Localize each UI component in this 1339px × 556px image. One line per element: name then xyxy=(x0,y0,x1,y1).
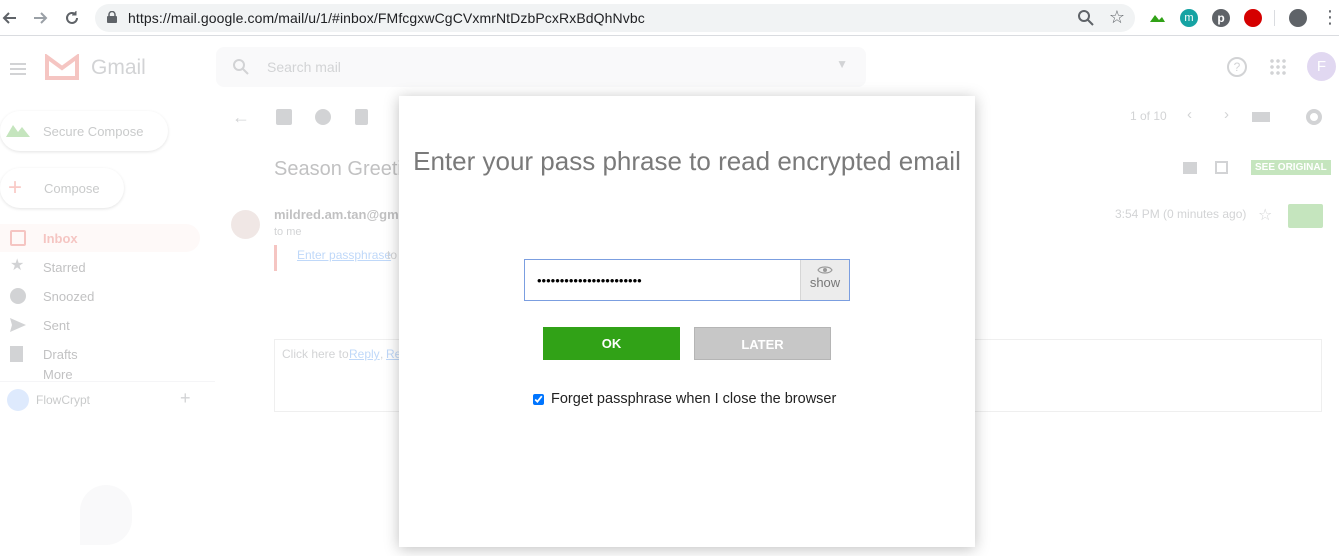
reload-icon[interactable] xyxy=(62,8,82,28)
print-icon[interactable] xyxy=(1183,162,1197,174)
archive-icon[interactable] xyxy=(276,109,292,125)
nav-item-inbox[interactable]: Inbox xyxy=(0,224,200,252)
ok-button[interactable]: OK xyxy=(543,327,680,360)
gmail-logo-icon xyxy=(45,54,79,80)
forget-passphrase-checkbox[interactable] xyxy=(533,393,544,405)
m-extension-icon[interactable]: m xyxy=(1180,9,1198,27)
older-icon[interactable]: › xyxy=(1224,106,1229,123)
send-icon xyxy=(10,318,26,332)
pinterest-icon[interactable]: p xyxy=(1212,9,1230,27)
apps-grid-icon[interactable] xyxy=(1269,58,1286,75)
inbox-icon xyxy=(10,230,26,246)
help-icon[interactable]: ? xyxy=(1227,57,1247,77)
account-avatar xyxy=(7,389,29,411)
nav-label: Starred xyxy=(43,259,86,275)
browser-toolbar: https://mail.google.com/mail/u/1/#inbox/… xyxy=(0,0,1339,36)
search-placeholder: Search mail xyxy=(267,59,341,75)
main-menu-icon[interactable] xyxy=(10,60,26,78)
search-bar[interactable]: Search mail ▼ xyxy=(216,47,866,87)
show-label: show xyxy=(809,275,841,290)
lock-icon xyxy=(107,11,117,23)
pager-text: 1 of 10 xyxy=(1130,109,1167,123)
nav-item-sent[interactable]: Sent xyxy=(0,311,200,339)
clock-icon xyxy=(10,288,26,304)
eye-icon xyxy=(817,266,833,274)
account-label[interactable]: FlowCrypt xyxy=(36,393,90,407)
bookmark-star-icon[interactable]: ☆ xyxy=(1109,7,1125,28)
back-arrow-icon[interactable] xyxy=(0,8,20,28)
report-spam-icon[interactable] xyxy=(315,109,331,125)
see-original-button[interactable]: SEE ORIGINAL xyxy=(1251,160,1331,175)
delete-icon[interactable] xyxy=(355,109,368,125)
enter-passphrase-link[interactable]: Enter passphrase xyxy=(297,248,391,262)
nav-item-drafts[interactable]: Drafts xyxy=(0,340,200,368)
later-button[interactable]: LATER xyxy=(694,327,831,360)
show-passphrase-button[interactable]: show xyxy=(800,260,849,300)
nav-label: Inbox xyxy=(43,230,78,246)
address-bar[interactable]: https://mail.google.com/mail/u/1/#inbox/… xyxy=(95,4,1135,32)
flowcrypt-icon xyxy=(6,125,30,137)
nav-item-more[interactable]: More xyxy=(0,367,200,381)
nav-item-snoozed[interactable]: Snoozed xyxy=(0,282,200,310)
profile-icon[interactable] xyxy=(1289,9,1307,27)
passphrase-input[interactable] xyxy=(525,260,800,300)
nav-label: Snoozed xyxy=(43,288,95,304)
compose-plus-icon: + xyxy=(8,174,23,201)
zoom-icon[interactable] xyxy=(1077,9,1095,27)
passphrase-dialog: Enter your pass phrase to read encrypted… xyxy=(399,96,975,547)
secure-compose-button[interactable]: Secure Compose xyxy=(0,111,168,151)
sender-avatar xyxy=(231,210,260,239)
open-new-window-icon[interactable] xyxy=(1215,161,1228,174)
settings-gear-icon[interactable] xyxy=(1306,109,1322,125)
reply-link[interactable]: Reply xyxy=(349,347,380,361)
compose-button[interactable]: + Compose xyxy=(0,168,124,208)
compose-label: Compose xyxy=(44,181,100,196)
adblock-icon[interactable] xyxy=(1244,9,1262,27)
menu-dots-icon[interactable]: ⋮ xyxy=(1321,8,1339,26)
newer-icon[interactable]: ‹ xyxy=(1187,106,1192,123)
keyboard-icon[interactable] xyxy=(1252,112,1270,122)
email-time: 3:54 PM (0 minutes ago) xyxy=(1115,207,1247,221)
add-account-icon[interactable]: + xyxy=(180,388,191,409)
passphrase-field: show xyxy=(524,259,850,301)
quote-bar xyxy=(274,245,277,271)
nav-label: Sent xyxy=(43,317,70,333)
search-icon xyxy=(233,59,249,75)
hangouts-icon[interactable] xyxy=(80,485,132,545)
nav-label: More xyxy=(43,367,73,381)
email-subject: Season Greeti xyxy=(274,158,402,180)
draft-icon xyxy=(10,346,23,362)
star-icon: ★ xyxy=(10,257,25,274)
gmail-logo-text: Gmail xyxy=(91,56,146,79)
search-options-icon[interactable]: ▼ xyxy=(836,57,848,71)
avatar[interactable]: F xyxy=(1307,52,1336,81)
enter-passphrase-suffix: to xyxy=(387,248,398,262)
back-icon[interactable]: ← xyxy=(232,107,250,128)
nav-label: Drafts xyxy=(43,346,78,362)
secure-compose-label: Secure Compose xyxy=(43,124,144,139)
forget-passphrase-label: Forget passphrase when I close the brows… xyxy=(551,391,837,407)
sender-name: mildred.am.tan@gma xyxy=(274,207,406,222)
star-toggle-icon[interactable]: ☆ xyxy=(1258,205,1272,225)
recipient-text[interactable]: to me xyxy=(274,226,302,238)
flowcrypt-extension-icon[interactable] xyxy=(1148,9,1166,27)
reply-separator: , xyxy=(380,347,384,361)
url-text: https://mail.google.com/mail/u/1/#inbox/… xyxy=(128,10,645,26)
forward-arrow-icon[interactable] xyxy=(30,8,50,28)
reply-icon[interactable] xyxy=(1288,204,1323,228)
forget-passphrase-option[interactable]: Forget passphrase when I close the brows… xyxy=(533,391,836,407)
reply-prompt: Click here to xyxy=(282,347,349,361)
dialog-title: Enter your pass phrase to read encrypted… xyxy=(413,146,961,176)
toolbar-divider xyxy=(1274,10,1275,26)
nav-item-starred[interactable]: ★ Starred xyxy=(0,253,200,281)
sidebar-divider xyxy=(0,381,215,382)
